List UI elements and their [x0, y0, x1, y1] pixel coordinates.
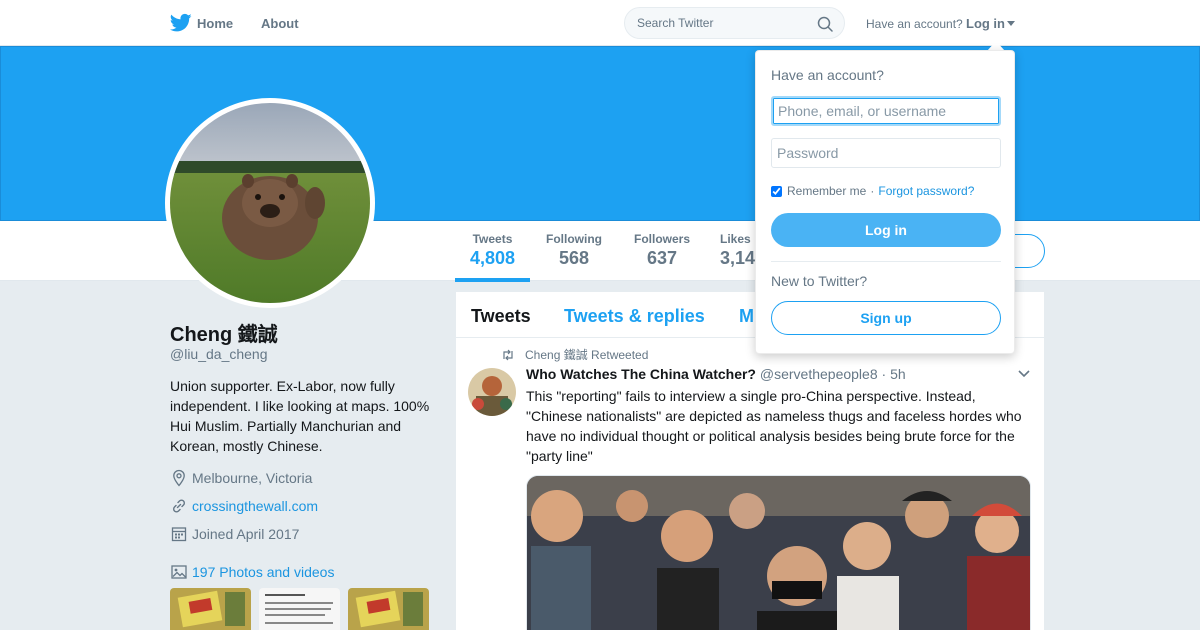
joined-text: Joined April 2017 [192, 526, 300, 542]
caret-down-icon[interactable] [1007, 21, 1015, 26]
profile-website[interactable]: crossingthewall.com [170, 497, 318, 515]
tab-tweets-replies[interactable]: Tweets & replies [564, 306, 705, 327]
dropdown-title: Have an account? [771, 67, 884, 83]
calendar-icon [171, 527, 187, 542]
remember-row: Remember me · Forgot password? [771, 184, 974, 198]
stat-tweets[interactable]: Tweets 4,808 [470, 232, 515, 269]
tweet-text: This "reporting" fails to interview a si… [526, 388, 1022, 464]
twitter-bird-icon[interactable] [170, 13, 192, 33]
stat-followers[interactable]: Followers 637 [632, 232, 692, 269]
tweet-media-image[interactable] [526, 475, 1031, 630]
stat-label: Followers [633, 232, 690, 246]
search-icon[interactable] [817, 16, 833, 32]
search-input[interactable] [625, 8, 805, 38]
website-link[interactable]: crossingthewall.com [192, 498, 318, 514]
password-field[interactable] [771, 138, 1001, 168]
chevron-down-icon[interactable] [1018, 370, 1030, 378]
remember-separator: · [870, 184, 875, 198]
link-icon [172, 499, 186, 513]
profile-location: Melbourne, Victoria [170, 469, 312, 487]
login-dropdown-toggle[interactable]: Log in [966, 16, 1005, 31]
retweet-icon [503, 349, 513, 360]
active-stat-indicator [455, 278, 530, 282]
signup-button[interactable]: Sign up [771, 301, 1001, 335]
nav-home-link[interactable]: Home [197, 16, 233, 31]
new-to-twitter-text: New to Twitter? [771, 273, 868, 289]
top-navigation-bar: Home About Have an account? Log in [0, 0, 1200, 46]
image-icon [171, 565, 187, 579]
avatar-image [170, 103, 370, 303]
stat-likes[interactable]: Likes 3,14 [720, 232, 760, 269]
login-button[interactable]: Log in [771, 213, 1001, 247]
have-account-text: Have an account? [866, 17, 963, 31]
profile-bio: Union supporter. Ex-Labor, now fully ind… [170, 378, 430, 454]
stat-label: Tweets [472, 232, 513, 246]
tweet-timestamp[interactable]: 5h [890, 366, 906, 382]
search-box [624, 7, 845, 39]
stat-value: 637 [646, 248, 678, 268]
nav-about-link[interactable]: About [261, 16, 299, 31]
stat-value: 4,808 [470, 248, 516, 268]
photo-thumbnail[interactable] [170, 588, 251, 630]
profile-handle[interactable]: @liu_da_cheng [170, 346, 268, 362]
photos-videos-link[interactable]: 197 Photos and videos [170, 563, 334, 581]
profile-avatar[interactable] [165, 98, 375, 308]
tweet-author-name[interactable]: Who Watches The China Watcher? [526, 366, 756, 382]
tab-media[interactable]: M [739, 306, 754, 327]
stat-label: Likes [720, 232, 751, 246]
stat-following[interactable]: Following 568 [544, 232, 604, 269]
forgot-password-link[interactable]: Forgot password? [878, 184, 974, 198]
login-dropdown: Have an account? Remember me · Forgot pa… [755, 50, 1015, 354]
photos-videos-label[interactable]: 197 Photos and videos [192, 564, 334, 580]
photo-thumbnail[interactable] [348, 588, 429, 630]
tweet-header: Who Watches The China Watcher? @servethe… [526, 366, 906, 382]
profile-joined: Joined April 2017 [170, 525, 299, 543]
location-text: Melbourne, Victoria [192, 470, 313, 486]
location-pin-icon [173, 469, 185, 487]
username-field[interactable] [771, 96, 1001, 126]
remember-me-label[interactable]: Remember me [787, 184, 866, 198]
retweet-context-text[interactable]: Cheng 鐵誠 Retweeted [525, 346, 648, 363]
remember-me-checkbox[interactable] [771, 185, 782, 197]
tab-tweets[interactable]: Tweets [471, 306, 531, 327]
retweet-context: Cheng 鐵誠 Retweeted [501, 346, 648, 363]
tweet-separator: · [881, 366, 887, 382]
photo-thumbnail[interactable] [259, 588, 340, 630]
tweet-author-handle[interactable]: @servethepeople8 [760, 366, 878, 382]
stat-value: 568 [558, 248, 590, 268]
stat-label: Following [546, 232, 602, 246]
profile-name: Cheng 鐵誠 [170, 324, 278, 346]
tweet-author-avatar[interactable] [468, 368, 516, 416]
stat-value: 3,14 [720, 248, 756, 268]
dropdown-divider [771, 261, 1001, 262]
